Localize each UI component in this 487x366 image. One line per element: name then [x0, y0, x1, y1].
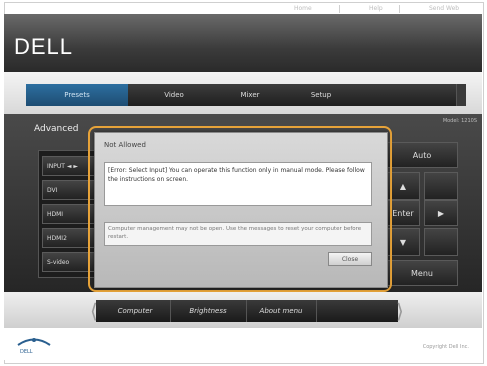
top-link-help[interactable]: Help: [369, 5, 383, 12]
blank-button[interactable]: [424, 172, 458, 200]
footer: [4, 328, 482, 360]
dialog-close-button[interactable]: Close: [328, 252, 372, 266]
top-link-send-web[interactable]: Send Web: [429, 5, 459, 12]
model-label: Model: 1210S: [442, 118, 477, 124]
separator: [339, 5, 340, 13]
separator: [399, 5, 400, 13]
tab-about-menu[interactable]: About menu: [246, 300, 317, 322]
tab-mixer[interactable]: Mixer: [220, 84, 281, 106]
blank-button[interactable]: [424, 228, 458, 256]
tab-computer[interactable]: Computer: [100, 300, 171, 322]
dell-logo-icon: DELL: [17, 338, 51, 355]
page-title: Advanced: [34, 124, 79, 134]
dialog-hint: Computer management may not be open. Use…: [104, 222, 372, 246]
top-link-home[interactable]: Home: [294, 5, 312, 12]
tab-filler: [362, 84, 457, 106]
header-banner: [4, 14, 482, 72]
right-arrow-button[interactable]: ▶: [424, 200, 458, 226]
brand-logo: DELL: [14, 34, 74, 59]
dialog-title: Not Allowed: [104, 141, 146, 149]
tab-setup[interactable]: Setup: [280, 84, 363, 106]
footer-logo-text: DELL: [20, 349, 33, 355]
menu-button[interactable]: Menu: [386, 260, 458, 286]
tab-video[interactable]: Video: [128, 84, 221, 106]
right-bracket: ⟩: [396, 299, 404, 323]
auto-button[interactable]: Auto: [386, 142, 458, 168]
dialog-message: [Error: Select Input] You can operate th…: [104, 162, 372, 206]
tab-brightness[interactable]: Brightness: [170, 300, 247, 322]
footer-copyright: Copyright Dell Inc.: [422, 344, 469, 350]
tab-presets[interactable]: Presets: [26, 84, 129, 106]
